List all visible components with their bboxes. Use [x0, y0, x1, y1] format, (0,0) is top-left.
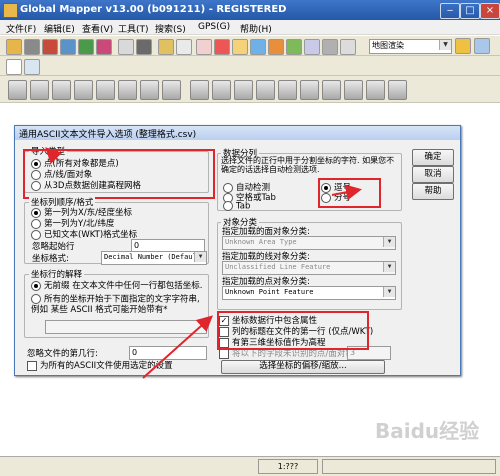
arrow-separator — [331, 184, 362, 201]
arrow-import-type — [45, 147, 63, 165]
annotation-arrows — [45, 147, 362, 379]
arrow-attributes — [142, 315, 213, 379]
